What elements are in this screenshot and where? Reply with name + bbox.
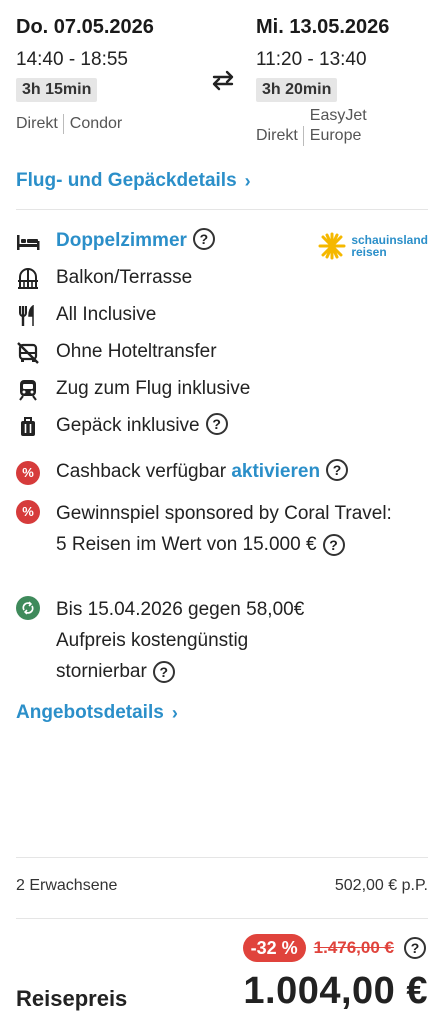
cancellation-line3: stornierbar: [56, 661, 147, 682]
balcony-icon: [16, 267, 40, 291]
help-icon[interactable]: ?: [152, 660, 175, 683]
cashback-label: Cashback verfügbar aktivieren: [56, 459, 320, 485]
chevron-right-icon: ›: [171, 702, 178, 723]
percent-icon: %: [16, 500, 40, 524]
cutlery-icon: [16, 304, 40, 328]
cashback-text: Cashback verfügbar: [56, 461, 227, 482]
offer-features: Doppelzimmer ? Balkon/Terrasse All Inclu…: [16, 228, 428, 694]
luggage-label: Gepäck inklusive: [56, 415, 200, 436]
feature-transfer: Ohne Hoteltransfer: [16, 339, 428, 376]
feature-board: All Inclusive: [16, 302, 428, 339]
raffle-text: Gewinnspiel sponsored by Coral Travel: 5…: [56, 498, 396, 560]
price-per-person: 502,00 € p.P.: [334, 877, 428, 894]
discount-row: -32 % 1.476,00 € ?: [242, 934, 426, 962]
help-icon[interactable]: ?: [192, 228, 215, 250]
flight-summary: Do. 07.05.2026 14:40 - 18:55 3h 15min Di…: [16, 14, 428, 164]
flight-baggage-details-link[interactable]: Flug- und Gepäckdetails ›: [16, 170, 251, 192]
help-icon[interactable]: ?: [205, 413, 228, 435]
percent-icon: %: [16, 461, 40, 485]
outbound-times: 14:40 - 18:55: [16, 49, 128, 70]
bed-icon: [16, 230, 40, 254]
outbound-duration: 3h 15min: [16, 78, 98, 102]
cancellation-line1: Bis 15.04.2026 gegen 58,00€: [56, 599, 305, 620]
travellers-label: 2 Erwachsene: [16, 877, 118, 894]
return-type: Direkt: [256, 126, 304, 146]
return-times: 11:20 - 13:40: [256, 49, 367, 70]
balcony-label: Balkon/Terrasse: [56, 267, 193, 288]
feature-raffle: % Gewinnspiel sponsored by Coral Travel:…: [16, 496, 428, 594]
return-airline-line1: EasyJet: [309, 107, 367, 124]
percent-badge-icon: %: [16, 461, 40, 485]
divider: [16, 857, 428, 858]
total-price-label: Reisepreis: [16, 986, 128, 1011]
train-label: Zug zum Flug inklusive: [56, 378, 251, 399]
storno-badge-icon: [16, 596, 40, 620]
feature-balcony: Balkon/Terrasse: [16, 265, 428, 302]
return-duration: 3h 20min: [256, 78, 338, 102]
feature-train: Zug zum Flug inklusive: [16, 376, 428, 413]
return-airline-line2: Europe: [309, 127, 362, 144]
cashback-activate-link[interactable]: aktivieren: [231, 461, 320, 482]
percent-badge-icon: %: [16, 500, 40, 524]
train-icon: [16, 378, 40, 402]
flight-details-link-label: Flug- und Gepäckdetails: [16, 170, 237, 191]
feature-cancellation: Bis 15.04.2026 gegen 58,00€ Aufpreis kos…: [16, 594, 428, 694]
divider: [16, 918, 428, 919]
chevron-right-icon: ›: [244, 170, 251, 191]
luggage-icon: [16, 415, 40, 439]
help-icon[interactable]: ?: [404, 937, 426, 959]
swap-arrows-icon: [212, 70, 234, 91]
transfer-label: Ohne Hoteltransfer: [56, 341, 217, 362]
cancellation-line2: Aufpreis kostengünstig: [56, 630, 249, 651]
outbound-carrier: Direkt Condor: [16, 114, 196, 134]
return-date: Mi. 13.05.2026: [256, 16, 390, 38]
traveller-price-row: 2 Erwachsene 502,00 € p.P.: [16, 877, 428, 895]
outbound-date: Do. 07.05.2026: [16, 16, 154, 38]
help-icon[interactable]: ?: [322, 533, 345, 556]
outbound-airline: Condor: [69, 115, 123, 132]
return-carrier: Direkt EasyJet Europe: [256, 106, 367, 146]
divider: [16, 209, 428, 210]
room-type-link[interactable]: Doppelzimmer: [56, 228, 187, 254]
outbound-type: Direkt: [16, 114, 64, 134]
offer-details-link-label: Angebotsdetails: [16, 702, 164, 723]
refresh-icon: [16, 596, 40, 620]
outbound-flight: Do. 07.05.2026 14:40 - 18:55 3h 15min Di…: [16, 14, 196, 134]
no-bus-icon: [16, 341, 40, 365]
return-airline: EasyJet Europe: [310, 106, 367, 146]
cancellation-text: Bis 15.04.2026 gegen 58,00€ Aufpreis kos…: [56, 594, 304, 687]
total-price: 1.004,00 €: [243, 970, 428, 1012]
feature-luggage: Gepäck inklusive ?: [16, 413, 428, 459]
board-label: All Inclusive: [56, 304, 157, 325]
feature-cashback: % Cashback verfügbar aktivieren ?: [16, 459, 428, 496]
old-price: 1.476,00 €: [313, 938, 394, 957]
help-icon[interactable]: ?: [326, 459, 349, 481]
offer-details-link[interactable]: Angebotsdetails ›: [16, 702, 178, 724]
feature-room: Doppelzimmer ?: [16, 228, 428, 265]
return-flight: Mi. 13.05.2026 11:20 - 13:40 3h 20min Di…: [256, 14, 428, 146]
discount-badge: -32 %: [242, 934, 306, 962]
